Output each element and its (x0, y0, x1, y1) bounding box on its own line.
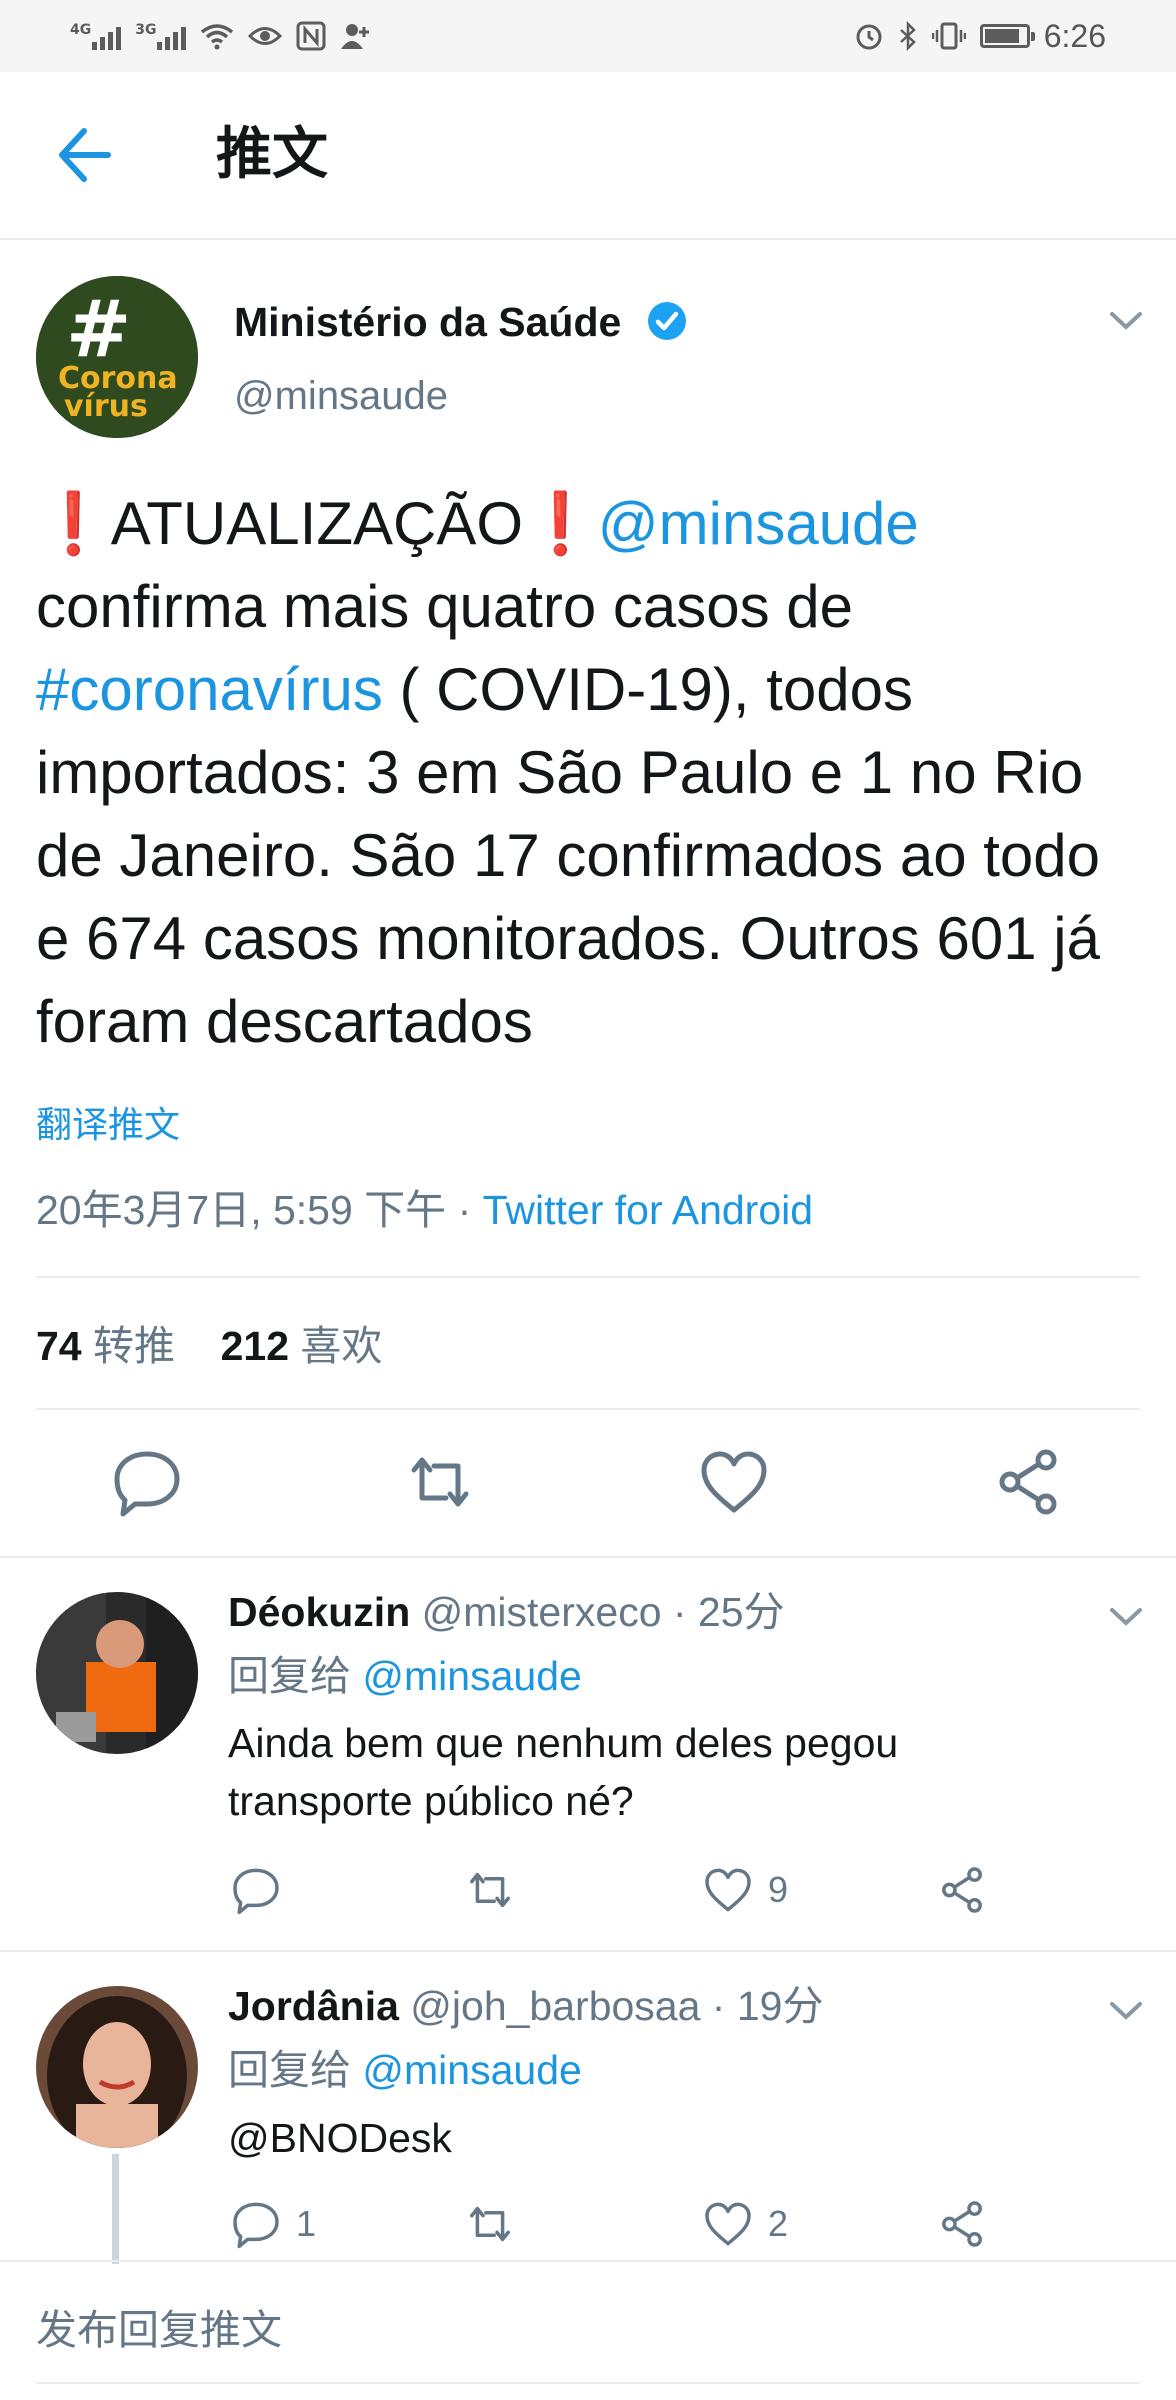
like-button[interactable]: 2 (700, 2196, 788, 2252)
like-count[interactable]: 212 (221, 1323, 289, 1369)
share-button[interactable] (934, 1862, 990, 1918)
author-name[interactable]: Ministério da Saúde (234, 292, 621, 352)
thread-connector (112, 2154, 119, 2264)
bluetooth-icon (899, 21, 916, 51)
like-label[interactable]: 喜欢 (300, 1323, 382, 1369)
battery-icon (979, 24, 1035, 48)
like-count: 2 (768, 2203, 789, 2244)
divider (0, 1950, 1176, 1952)
exclamation-icon: ❗ (523, 490, 598, 557)
nfc-icon (296, 21, 326, 51)
like-heart-icon (705, 1868, 751, 1912)
reply-button[interactable]: 1 (228, 2196, 316, 2252)
like-heart-icon[interactable] (694, 1442, 774, 1522)
mention-link[interactable]: @minsaude (598, 490, 919, 557)
vibrate-icon (931, 22, 966, 50)
reply-to-mention[interactable]: @minsaude (362, 2047, 581, 2093)
cellular-signal-icon-2: 3G (135, 22, 187, 50)
eye-icon (248, 27, 283, 45)
network-type-label: 4G (70, 22, 92, 38)
reply-to-line: 回复给 @minsaude (228, 1646, 582, 1706)
reply-text-mention[interactable]: @BNODesk (228, 2108, 452, 2168)
retweet-icon (470, 2206, 510, 2242)
reply-text: Ainda bem que nenhum deles pegou transpo… (228, 1720, 899, 1824)
reply-to-label: 回复给 (228, 2047, 363, 2093)
translate-tweet-link[interactable]: 翻译推文 (36, 1096, 180, 1156)
reply-options-chevron-icon[interactable] (1106, 1990, 1146, 2030)
tweet-text: ❗ATUALIZAÇÃO❗@minsaude confirma mais quat… (36, 482, 1146, 1063)
page-title: 推文 (216, 122, 328, 187)
compose-reply-input[interactable]: 发布回复推文 (36, 2300, 282, 2360)
verified-badge-icon (648, 302, 686, 340)
reply-count: 1 (296, 2203, 317, 2244)
reply-time: · 25分 (661, 1589, 785, 1635)
tweet-source-link[interactable]: Twitter for Android (483, 1187, 813, 1233)
reply-author-handle[interactable]: @misterxeco (422, 1589, 662, 1635)
account-icon (341, 24, 370, 49)
author-handle[interactable]: @minsaude (234, 366, 448, 426)
tweet-options-chevron-icon[interactable] (1106, 300, 1146, 340)
reply-options-chevron-icon[interactable] (1106, 1596, 1146, 1636)
retweet-icon (470, 1872, 510, 1908)
status-time: 6:26 (1043, 17, 1106, 54)
compose-underline (36, 2382, 1140, 2384)
reply-icon (233, 1868, 279, 1915)
tweet-stats: 74 转推 212 喜欢 (36, 1316, 382, 1376)
wifi-icon (201, 24, 234, 50)
retweet-label[interactable]: 转推 (93, 1323, 175, 1369)
reply-author-name[interactable]: Déokuzin (228, 1589, 410, 1635)
like-button[interactable]: 9 (700, 1862, 788, 1918)
reply-avatar[interactable] (36, 1592, 198, 1754)
coronavirus-logo: # Corona vírus (36, 276, 198, 438)
reply-to-line: 回复给 @minsaude (228, 2040, 582, 2100)
author-avatar[interactable]: # Corona vírus (36, 276, 198, 438)
share-icon[interactable] (988, 1442, 1068, 1522)
retweet-button[interactable] (462, 1862, 530, 1918)
reply-icon[interactable] (107, 1442, 187, 1522)
divider (36, 1276, 1140, 1278)
reply-to-mention[interactable]: @minsaude (362, 1653, 581, 1699)
hashtag-link[interactable]: #coronavírus (36, 656, 383, 723)
alarm-icon (856, 24, 882, 50)
reply-button[interactable] (228, 1862, 296, 1918)
like-heart-icon (705, 2202, 751, 2246)
divider (36, 1408, 1140, 1410)
back-arrow-icon[interactable] (50, 120, 120, 190)
tweet-text-part: ATUALIZAÇÃO (110, 490, 524, 557)
reply-header: Déokuzin @misterxeco · 25分 (228, 1582, 785, 1642)
avatar-photo (36, 1592, 198, 1754)
retweet-count[interactable]: 74 (36, 1323, 82, 1369)
reply-icon (233, 2202, 279, 2249)
share-button[interactable] (934, 2196, 990, 2252)
retweet-button[interactable] (462, 2196, 530, 2252)
share-icon (942, 2201, 982, 2247)
top-app-bar (0, 72, 1176, 240)
exclamation-icon: ❗ (36, 490, 111, 557)
tweet-text-part: confirma mais quatro casos de (36, 573, 854, 640)
reply-author-handle[interactable]: @joh_barbosaa (410, 1983, 700, 2029)
reply-to-label: 回复给 (228, 1653, 363, 1699)
status-bar-left: 4G 3G (70, 14, 372, 58)
like-count: 9 (768, 1869, 789, 1910)
divider (0, 1556, 1176, 1558)
cellular-signal-icon: 4G (70, 22, 122, 50)
reply-time: · 19分 (700, 1983, 824, 2029)
status-bar-right: 6:26 (854, 14, 1106, 58)
network-type-label-2: 3G (135, 22, 157, 38)
retweet-icon[interactable] (400, 1442, 480, 1522)
svg-text:vírus: vírus (64, 389, 148, 424)
tweet-timestamp: 20年3月7日, 5:59 下午 · (36, 1187, 483, 1233)
avatar-photo (36, 1986, 198, 2148)
reply-author-name[interactable]: Jordânia (228, 1983, 399, 2029)
share-icon (942, 1867, 982, 1913)
reply-avatar[interactable] (36, 1986, 198, 2148)
tweet-meta: 20年3月7日, 5:59 下午 · Twitter for Android (36, 1180, 813, 1240)
divider (0, 2260, 1176, 2262)
reply-header: Jordânia @joh_barbosaa · 19分 (228, 1976, 823, 2036)
